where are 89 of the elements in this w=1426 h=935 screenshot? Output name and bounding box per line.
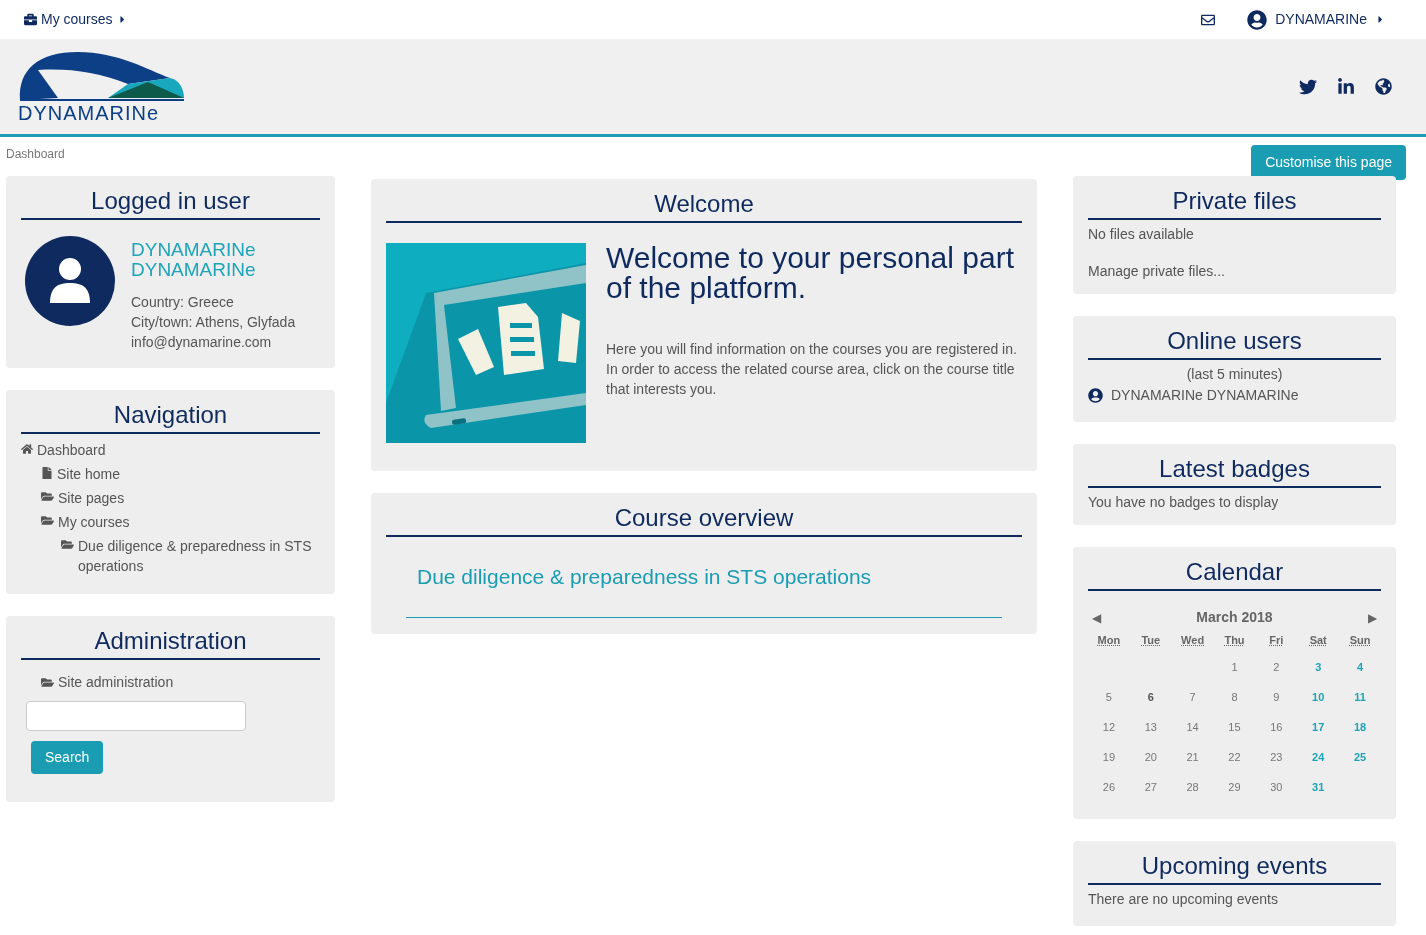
calendar-day: 5 — [1105, 689, 1112, 706]
block-title: Private files — [1088, 184, 1381, 220]
calendar-day: 27 — [1144, 779, 1157, 796]
linkedin-icon[interactable] — [1337, 77, 1355, 96]
user-detail: info@dynamarine.com — [131, 333, 273, 352]
folder-icon — [41, 514, 54, 527]
manage-files-link[interactable]: Manage private files... — [1088, 261, 1381, 282]
calendar-day: 17 — [1312, 719, 1325, 736]
calendar-day: 24 — [1312, 749, 1325, 766]
file-icon — [41, 467, 53, 479]
empty-message: You have no badges to display — [1088, 493, 1280, 512]
logo-text: DYNAMARINe — [18, 101, 161, 124]
nav-link[interactable]: My courses — [58, 512, 130, 532]
user-silhouette-icon — [48, 257, 92, 305]
weekday-label: Fri — [1269, 633, 1284, 648]
calendar-day: 11 — [1354, 689, 1366, 706]
block-title: Navigation — [21, 398, 320, 434]
calendar-day: 8 — [1231, 689, 1238, 706]
block-title: Administration — [21, 624, 320, 660]
weekday-label: Thu — [1224, 633, 1245, 648]
user-detail: Country: Greece — [131, 293, 235, 312]
period-text: (last 5 minutes) — [1185, 365, 1284, 384]
block-title: Latest badges — [1088, 452, 1381, 488]
calendar-day: 22 — [1228, 749, 1241, 766]
user-avatar-icon — [1247, 9, 1268, 30]
calendar-day: 6 — [1147, 689, 1154, 706]
calendar-day: 26 — [1102, 779, 1116, 796]
block-title: Welcome — [386, 187, 1022, 223]
nav-link[interactable]: Dashboard — [37, 440, 106, 460]
previous-month-link[interactable]: ◀ — [1092, 608, 1101, 627]
calendar-day: 25 — [1353, 749, 1367, 766]
twitter-icon[interactable] — [1299, 77, 1317, 96]
empty-message: No files available — [1088, 225, 1195, 244]
calendar-day: 21 — [1186, 749, 1199, 766]
calendar-day: 29 — [1228, 779, 1241, 796]
breadcrumb[interactable]: Dashboard — [6, 145, 65, 163]
calendar-day: 15 — [1228, 719, 1241, 736]
calendar-day: 31 — [1312, 779, 1325, 796]
welcome-paragraph: Here you will find information on the courses you are registered in. — [606, 340, 1018, 359]
calendar-day: 16 — [1270, 719, 1283, 736]
folder-icon — [41, 490, 54, 503]
block-title: Calendar — [1088, 555, 1381, 591]
welcome-heading: Welcome to your personal part of the platform. — [606, 243, 1015, 303]
mail-icon[interactable] — [1201, 12, 1216, 27]
user-icon — [1088, 388, 1103, 403]
empty-message: There are no upcoming events — [1088, 889, 1279, 909]
calendar-day: 12 — [1102, 719, 1116, 736]
search-field[interactable] — [26, 701, 246, 731]
calendar-day: 7 — [1189, 689, 1196, 706]
block-title: Logged in user — [21, 184, 320, 220]
calendar-day: 3 — [1315, 659, 1322, 676]
next-month-link[interactable]: ▶ — [1368, 608, 1377, 627]
weekday-label: Tue — [1141, 633, 1161, 648]
weekday-label: Sat — [1309, 633, 1327, 648]
calendar-day: 18 — [1353, 719, 1367, 736]
calendar-day: 13 — [1144, 719, 1157, 736]
user-detail: City/town: Athens, Glyfada — [131, 313, 297, 332]
logo-wave-icon — [18, 49, 186, 102]
calendar-day: 14 — [1186, 719, 1199, 736]
home-icon — [21, 443, 33, 455]
month-title: March 2018 — [1196, 608, 1273, 627]
calendar-day: 2 — [1273, 659, 1280, 676]
calendar-day: 9 — [1273, 689, 1280, 706]
nav-link[interactable]: Site home — [57, 464, 121, 484]
my-courses-menu[interactable]: My courses — [24, 9, 128, 30]
calendar-day: 23 — [1270, 749, 1283, 766]
welcome-paragraph: In order to access the related course area, click on the course title that interests you. — [606, 360, 1016, 399]
block-title: Upcoming events — [1088, 848, 1381, 885]
weekday-label: Wed — [1181, 633, 1205, 648]
calendar-day: 28 — [1186, 779, 1199, 796]
briefcase-icon — [24, 13, 37, 26]
block-title: Course overview — [386, 501, 1022, 537]
weekday-label: Sun — [1349, 633, 1371, 648]
folder-icon — [61, 538, 74, 551]
calendar-day: 19 — [1102, 749, 1116, 766]
user-menu[interactable]: DYNAMARINe — [1247, 9, 1386, 30]
calendar-day: 30 — [1270, 779, 1283, 796]
calendar-day: 1 — [1231, 659, 1238, 676]
nav-link[interactable]: Site pages — [58, 488, 125, 508]
nav-link[interactable]: Site administration — [58, 672, 174, 693]
calendar-day: 10 — [1312, 689, 1325, 706]
folder-icon — [41, 676, 54, 689]
calendar-day: 20 — [1144, 749, 1157, 766]
globe-icon[interactable] — [1375, 78, 1392, 95]
weekday-label: Mon — [1097, 633, 1121, 648]
calendar-day: 4 — [1357, 659, 1364, 676]
nav-link[interactable]: Due diligence & preparedness in STS operations — [78, 536, 320, 576]
online-user-link[interactable]: DYNAMARINe DYNAMARINe — [1111, 385, 1299, 406]
block-title: Online users — [1088, 324, 1381, 360]
